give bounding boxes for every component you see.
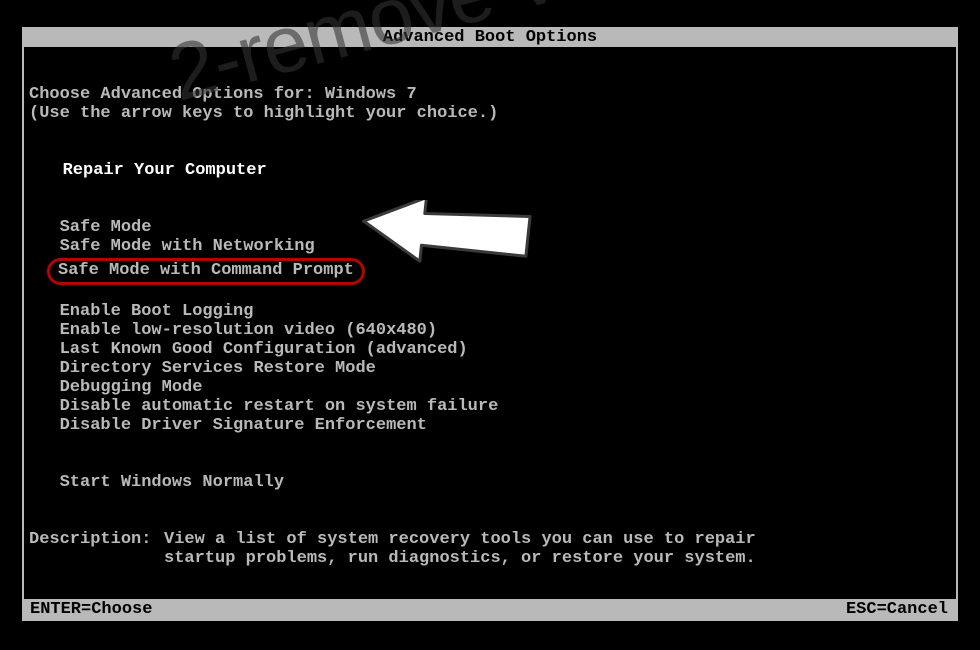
header-line-1: Choose Advanced Options for: Windows 7 (29, 85, 956, 104)
description-text-1: View a list of system recovery tools you… (164, 530, 956, 549)
menu-item-debugging[interactable]: Debugging Mode (29, 378, 956, 397)
boot-options-window: Advanced Boot Options Choose Advanced Op… (22, 27, 958, 621)
menu-item-last-known-good[interactable]: Last Known Good Configuration (advanced) (29, 340, 956, 359)
menu-item-dsrm[interactable]: Directory Services Restore Mode (29, 359, 956, 378)
description-row-1: Description: View a list of system recov… (29, 530, 956, 549)
menu-item-disable-driver-sig[interactable]: Disable Driver Signature Enforcement (29, 416, 956, 435)
menu-item-repair[interactable]: Repair Your Computer (29, 161, 956, 180)
content-area: Choose Advanced Options for: Windows 7 (… (24, 47, 956, 568)
footer-esc-hint: ESC=Cancel (846, 600, 948, 619)
title-bar: Advanced Boot Options (24, 29, 956, 47)
menu-item-boot-logging[interactable]: Enable Boot Logging (29, 302, 956, 321)
footer-enter-hint: ENTER=Choose (30, 600, 152, 619)
selection-highlight-ring: Safe Mode with Command Prompt (47, 258, 365, 285)
description-row-2: startup problems, run diagnostics, or re… (29, 549, 956, 568)
header-line-2: (Use the arrow keys to highlight your ch… (29, 104, 956, 123)
footer-bar: ENTER=Choose ESC=Cancel (24, 599, 956, 619)
description-label: Description: (29, 530, 164, 549)
menu-item-disable-auto-restart[interactable]: Disable automatic restart on system fail… (29, 397, 956, 416)
window-title: Advanced Boot Options (383, 28, 597, 47)
menu-item-low-res-video[interactable]: Enable low-resolution video (640x480) (29, 321, 956, 340)
menu-item-start-normally[interactable]: Start Windows Normally (29, 473, 956, 492)
description-text-2: startup problems, run diagnostics, or re… (164, 549, 956, 568)
arrow-pointer-icon (358, 200, 538, 270)
